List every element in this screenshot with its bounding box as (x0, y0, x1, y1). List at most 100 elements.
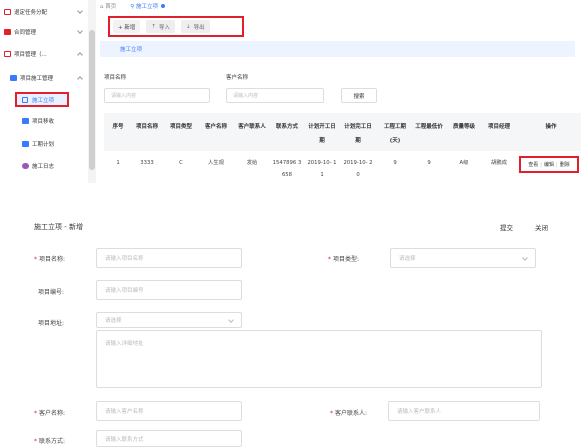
breadcrumb-current[interactable]: ⚲ 施工立项 (130, 2, 166, 10)
active-dot-icon (161, 4, 166, 8)
chevron-down-icon (522, 255, 528, 261)
contact-phone-input[interactable]: 请输入联系方式 (96, 430, 242, 447)
contact-phone-label-text: 联系方式: (39, 438, 66, 445)
chevron-down-icon (228, 317, 234, 323)
tab-strip: 施工立项 (100, 41, 575, 57)
contract-icon (4, 29, 11, 35)
toolbar: + 新增 ⇡ 导入 ⇣ 导出 (108, 16, 244, 37)
sidebar-item-label: 施工立项 (32, 97, 55, 104)
breadcrumb-current-label: 施工立项 (136, 4, 159, 10)
customer-name-input[interactable]: 请输入客户名称 (96, 401, 242, 421)
close-button[interactable]: 关闭 (535, 222, 548, 232)
table-cell: 9 (427, 160, 431, 166)
table-header: 序号 项目名称 项目类型 客户名称 客户联系人 联系方式 计划开工日期 计划完工日期 工程工期(… (104, 113, 581, 151)
table-cell: 胡鹏成 (491, 160, 507, 166)
table-cell: 3333 (140, 160, 154, 166)
sidebar-item-schedule[interactable]: 工期计划 (0, 136, 88, 152)
breadcrumb-home[interactable]: ⌂ 首页 (100, 2, 116, 10)
sidebar-item-label: 项目施工管理 (20, 76, 54, 82)
customer-name-label-text: 客户名称: (39, 410, 66, 417)
sidebar-item-label: 工期计划 (32, 142, 55, 148)
sidebar-item-label: 合同管理 (14, 30, 37, 36)
table-cell: C (179, 160, 183, 166)
column-header[interactable]: 工程最低价 (414, 120, 444, 134)
view-link[interactable]: 查看 (528, 161, 538, 168)
table-cell: 1 (116, 160, 120, 166)
import-button[interactable]: ⇡ 导入 (146, 20, 175, 33)
data-table: 序号 项目名称 项目类型 客户名称 客户联系人 联系方式 计划开工日期 计划完工日期 工程工期(… (104, 113, 581, 183)
project-address-select[interactable]: 请选择 (96, 312, 242, 328)
project-name-filter-input[interactable]: 请输入内容 (104, 88, 210, 103)
task-icon (4, 9, 11, 15)
row-actions: 查看 | 编辑 | 删除 (519, 156, 579, 173)
column-header[interactable]: 操作 (522, 120, 580, 134)
project-type-select[interactable]: 请选择 (390, 248, 536, 268)
sidebar-item-acceptance[interactable]: 项目移收 (0, 113, 88, 129)
add-form-screenshot: 施工立项 - 新增 提交 关闭 * 项目名称: 请输入项目名称 * 项目类型: 请选… (0, 210, 581, 448)
submit-button[interactable]: 提交 (500, 222, 513, 232)
sidebar: 退定任务分配 合同管理 项目管理（... 项目施工管理 施工立项 项目移收 工期… (0, 0, 96, 183)
project-code-input[interactable]: 请输入项目编号 (96, 280, 242, 300)
customer-contact-label: * 客户联系人: (330, 410, 368, 417)
page-root: 退定任务分配 合同管理 项目管理（... 项目施工管理 施工立项 项目移收 工期… (0, 0, 581, 448)
column-header[interactable]: 序号 (108, 120, 128, 134)
project-icon (4, 51, 11, 57)
add-button[interactable]: + 新增 (113, 20, 141, 33)
tab-construction-setup[interactable]: 施工立项 (120, 45, 142, 53)
sidebar-item-task-assign[interactable]: 退定任务分配 (0, 4, 88, 20)
table-cell: 9 (393, 160, 397, 166)
sidebar-item-construction-mgmt[interactable]: 项目施工管理 (0, 70, 88, 86)
import-label: 导入 (158, 24, 170, 31)
project-name-filter-label: 项目名称 (104, 75, 127, 81)
form-title: 施工立项 - 新增 (34, 223, 83, 231)
table-cell: 发给 (246, 160, 258, 166)
separator: | (540, 161, 542, 168)
column-header[interactable]: 计划完工日期 (342, 120, 374, 148)
table-cell: 1547896 3658 (272, 160, 302, 178)
customer-name-filter-input[interactable]: 请输入内容 (226, 88, 324, 103)
column-header[interactable]: 客户联系人 (236, 120, 268, 134)
project-code-label: 项目编号: (38, 289, 65, 296)
sidebar-item-label: 施工日志 (32, 164, 55, 170)
sidebar-item-log[interactable]: 施工日志 (0, 158, 88, 174)
sidebar-item-contract[interactable]: 合同管理 (0, 24, 88, 40)
customer-contact-input[interactable]: 请输入客户联系人 (388, 401, 540, 421)
edit-link[interactable]: 编辑 (544, 161, 554, 168)
customer-contact-label-text: 客户联系人: (335, 410, 368, 417)
import-icon: ⇡ (151, 23, 156, 30)
project-type-label: * 项目类型: (328, 256, 360, 263)
sidebar-item-label: 项目管理（... (14, 52, 47, 58)
chevron-down-icon (77, 8, 83, 14)
table-cell: 2019-10- 20 (343, 160, 373, 178)
address-detail-textarea[interactable]: 请输入详细地址 (96, 330, 542, 388)
sidebar-item-label: 项目移收 (32, 119, 55, 125)
search-button[interactable]: 搜索 (341, 88, 377, 103)
export-button[interactable]: ⇣ 导出 (180, 20, 210, 33)
chevron-down-icon (77, 28, 83, 34)
log-icon (22, 163, 29, 169)
project-address-placeholder: 请选择 (105, 318, 122, 324)
column-header[interactable]: 质量等级 (450, 120, 478, 134)
column-header[interactable]: 客户名称 (200, 120, 232, 134)
project-address-label: 项目地址: (38, 320, 65, 327)
customer-name-label: * 客户名称: (34, 410, 66, 417)
project-name-input[interactable]: 请输入项目名称 (96, 248, 242, 268)
column-header[interactable]: 工程工期(天) (380, 120, 410, 148)
sidebar-item-construction-setup[interactable]: 施工立项 (15, 92, 69, 107)
column-header[interactable]: 联系方式 (272, 120, 302, 134)
chevron-up-icon (77, 52, 83, 58)
project-type-label-text: 项目类型: (333, 256, 360, 263)
sidebar-scroll-thumb[interactable] (89, 30, 95, 170)
table-cell: 2019-10- 11 (307, 160, 337, 178)
column-header[interactable]: 计划开工日期 (306, 120, 338, 148)
delete-link[interactable]: 删除 (560, 161, 570, 168)
folder-icon (10, 75, 17, 81)
column-header[interactable]: 项目名称 (132, 120, 162, 134)
sidebar-item-label: 退定任务分配 (14, 10, 48, 16)
customer-name-filter-label: 客户名称 (226, 75, 249, 81)
sidebar-item-project-mgmt[interactable]: 项目管理（... (0, 46, 88, 62)
contact-phone-label: * 联系方式: (34, 438, 66, 445)
column-header[interactable]: 项目类型 (166, 120, 196, 134)
column-header[interactable]: 项目经理 (482, 120, 516, 134)
export-icon: ⇣ (185, 23, 191, 30)
